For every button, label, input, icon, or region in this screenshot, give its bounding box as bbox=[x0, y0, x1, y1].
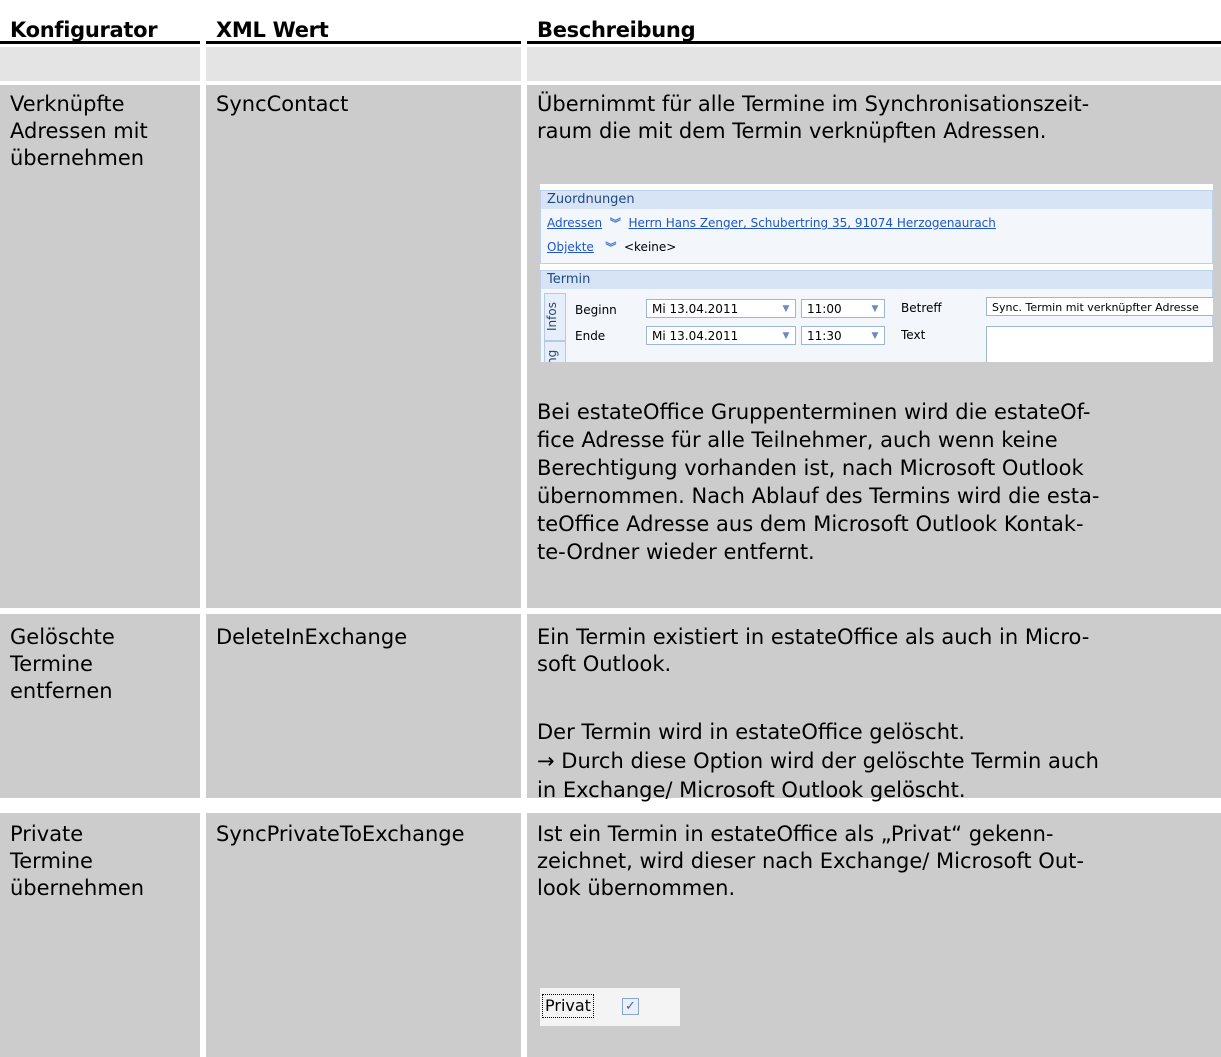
xml-cell: DeleteInExchange bbox=[206, 614, 521, 798]
text-line: Verknüpfte bbox=[10, 92, 125, 116]
dropdown-arrow-icon[interactable]: ▼ bbox=[779, 300, 793, 319]
beginn-time-value: 11:00 bbox=[807, 302, 842, 316]
privat-label[interactable]: Privat bbox=[542, 994, 594, 1018]
text-line: Private bbox=[10, 822, 84, 846]
header-cell-xml: XML Wert bbox=[206, 0, 521, 44]
text-label: Text bbox=[901, 328, 926, 342]
description-para: Übernimmt für alle Termine im Synchronis… bbox=[537, 91, 1213, 145]
zuordnungen-title: Zuordnungen bbox=[541, 191, 1212, 209]
table-row: Gelöschte Termine entfernen DeleteInExch… bbox=[0, 614, 1221, 802]
zuordnungen-group: Zuordnungen Adressen ︾ Herrn Hans Zenger… bbox=[540, 190, 1213, 264]
text-line: Der Termin wird in estateOffice gelöscht… bbox=[537, 720, 965, 744]
header-cell-konfigurator: Konfigurator bbox=[0, 0, 200, 44]
beginn-date-value: Mi 13.04.2011 bbox=[652, 302, 739, 316]
objekte-row: Objekte ︾ <keine> bbox=[547, 239, 676, 255]
text-line: → Durch diese Option wird der gelöschte … bbox=[537, 749, 1099, 773]
xml-value: DeleteInExchange bbox=[216, 625, 408, 649]
adressen-row: Adressen ︾ Herrn Hans Zenger, Schubertri… bbox=[547, 215, 996, 231]
header-beschreibung: Beschreibung bbox=[537, 18, 696, 42]
ende-date-value: Mi 13.04.2011 bbox=[652, 329, 739, 343]
description-para: Bei estateOffice Gruppenterminen wird di… bbox=[537, 398, 1213, 566]
double-chevron-down-icon[interactable]: ︾ bbox=[598, 241, 621, 254]
table-header: Konfigurator XML Wert Beschreibung bbox=[0, 0, 1221, 44]
ende-label: Ende bbox=[575, 329, 606, 343]
text-line: übernommen. Nach Ablauf des Termins wird… bbox=[537, 484, 1100, 508]
betreff-label: Betreff bbox=[901, 301, 942, 315]
text-line: teOffice Adresse aus dem Microsoft Outlo… bbox=[537, 512, 1084, 536]
tab-second[interactable]: ng bbox=[544, 341, 566, 362]
betreff-input[interactable]: Sync. Termin mit verknüpfter Adresse bbox=[986, 297, 1213, 316]
konfigurator-text: Verknüpfte Adressen mit übernehmen bbox=[10, 91, 192, 172]
text-line: in Exchange/ Microsoft Outlook gelöscht. bbox=[537, 778, 966, 802]
tab-infos[interactable]: Infos bbox=[544, 293, 566, 341]
text-line: Adressen mit bbox=[10, 119, 148, 143]
text-line: übernehmen bbox=[10, 146, 145, 170]
dropdown-arrow-icon[interactable]: ▼ bbox=[868, 327, 882, 346]
ende-time-select[interactable]: 11:30 ▼ bbox=[801, 326, 885, 345]
objekte-link[interactable]: Objekte bbox=[547, 240, 594, 254]
beginn-label: Beginn bbox=[575, 303, 617, 317]
adressen-link[interactable]: Adressen bbox=[547, 216, 602, 230]
privat-checkbox-screenshot: Privat ✓ bbox=[540, 988, 680, 1026]
text-line: fice Adresse für alle Teilnehmer, auch w… bbox=[537, 428, 1058, 452]
text-line: Berechtigung vorhanden ist, nach Microso… bbox=[537, 456, 1084, 480]
appointment-form-screenshot: Zuordnungen Adressen ︾ Herrn Hans Zenger… bbox=[540, 184, 1213, 362]
termin-group: Termin Infos ng Beginn Mi 13.04.2011 ▼ 1… bbox=[540, 270, 1213, 362]
double-chevron-down-icon[interactable]: ︾ bbox=[606, 217, 625, 230]
header-xml-wert: XML Wert bbox=[216, 18, 329, 42]
text-line: entfernen bbox=[10, 679, 113, 703]
text-line: zeichnet, wird dieser nach Exchange/ Mic… bbox=[537, 849, 1084, 873]
text-line: übernehmen bbox=[10, 876, 145, 900]
header-rule bbox=[206, 41, 521, 44]
konfigurator-cell: Verknüpfte Adressen mit übernehmen bbox=[0, 85, 200, 608]
ende-time-value: 11:30 bbox=[807, 329, 842, 343]
dropdown-arrow-icon[interactable]: ▼ bbox=[779, 327, 793, 346]
xml-value: SyncContact bbox=[216, 92, 349, 116]
spacer-cell bbox=[527, 47, 1221, 81]
konfigurator-text: Gelöschte Termine entfernen bbox=[10, 624, 192, 705]
xml-cell: SyncPrivateToExchange bbox=[206, 813, 521, 1057]
beginn-time-select[interactable]: 11:00 ▼ bbox=[801, 299, 885, 318]
xml-cell: SyncContact bbox=[206, 85, 521, 608]
description-para: Ein Termin existiert in estateOffice als… bbox=[537, 624, 1213, 678]
text-line: raum die mit dem Termin verknüpften Adre… bbox=[537, 119, 1047, 143]
konfigurator-cell: Gelöschte Termine entfernen bbox=[0, 614, 200, 798]
beginn-date-select[interactable]: Mi 13.04.2011 ▼ bbox=[646, 299, 796, 318]
spacer-row bbox=[0, 47, 1221, 81]
text-line: Termine bbox=[10, 849, 93, 873]
checkbox-checked-icon[interactable]: ✓ bbox=[622, 998, 639, 1015]
text-line: soft Outlook. bbox=[537, 652, 672, 676]
objekte-value: <keine> bbox=[623, 240, 677, 254]
text-line: Bei estateOffice Gruppenterminen wird di… bbox=[537, 400, 1091, 424]
spacer-cell bbox=[0, 47, 200, 81]
termin-title: Termin bbox=[541, 271, 1212, 289]
text-line: Ist ein Termin in estateOffice als „Priv… bbox=[537, 822, 1054, 846]
description-cell: Ein Termin existiert in estateOffice als… bbox=[527, 614, 1221, 802]
text-line: look übernommen. bbox=[537, 876, 736, 900]
konfigurator-text: Private Termine übernehmen bbox=[10, 821, 192, 902]
xml-value: SyncPrivateToExchange bbox=[216, 822, 465, 846]
text-line: Termine bbox=[10, 652, 93, 676]
ende-date-select[interactable]: Mi 13.04.2011 ▼ bbox=[646, 326, 796, 345]
description-para: Der Termin wird in estateOffice gelöscht… bbox=[537, 718, 1213, 805]
spacer-cell bbox=[206, 47, 521, 81]
text-area[interactable] bbox=[986, 326, 1213, 362]
adressen-value-link[interactable]: Herrn Hans Zenger, Schubertring 35, 9107… bbox=[629, 216, 996, 230]
text-line: Ein Termin existiert in estateOffice als… bbox=[537, 625, 1090, 649]
konfigurator-cell: Private Termine übernehmen bbox=[0, 813, 200, 1057]
description-para: Ist ein Termin in estateOffice als „Priv… bbox=[537, 821, 1213, 902]
header-konfigurator: Konfigurator bbox=[10, 18, 158, 42]
dropdown-arrow-icon[interactable]: ▼ bbox=[868, 300, 882, 319]
header-rule bbox=[0, 41, 200, 44]
header-cell-beschreibung: Beschreibung bbox=[527, 0, 1221, 44]
text-line: Übernimmt für alle Termine im Synchronis… bbox=[537, 92, 1090, 116]
text-line: te-Ordner wieder entfernt. bbox=[537, 540, 815, 564]
header-rule bbox=[527, 41, 1221, 44]
text-line: Gelöschte bbox=[10, 625, 115, 649]
